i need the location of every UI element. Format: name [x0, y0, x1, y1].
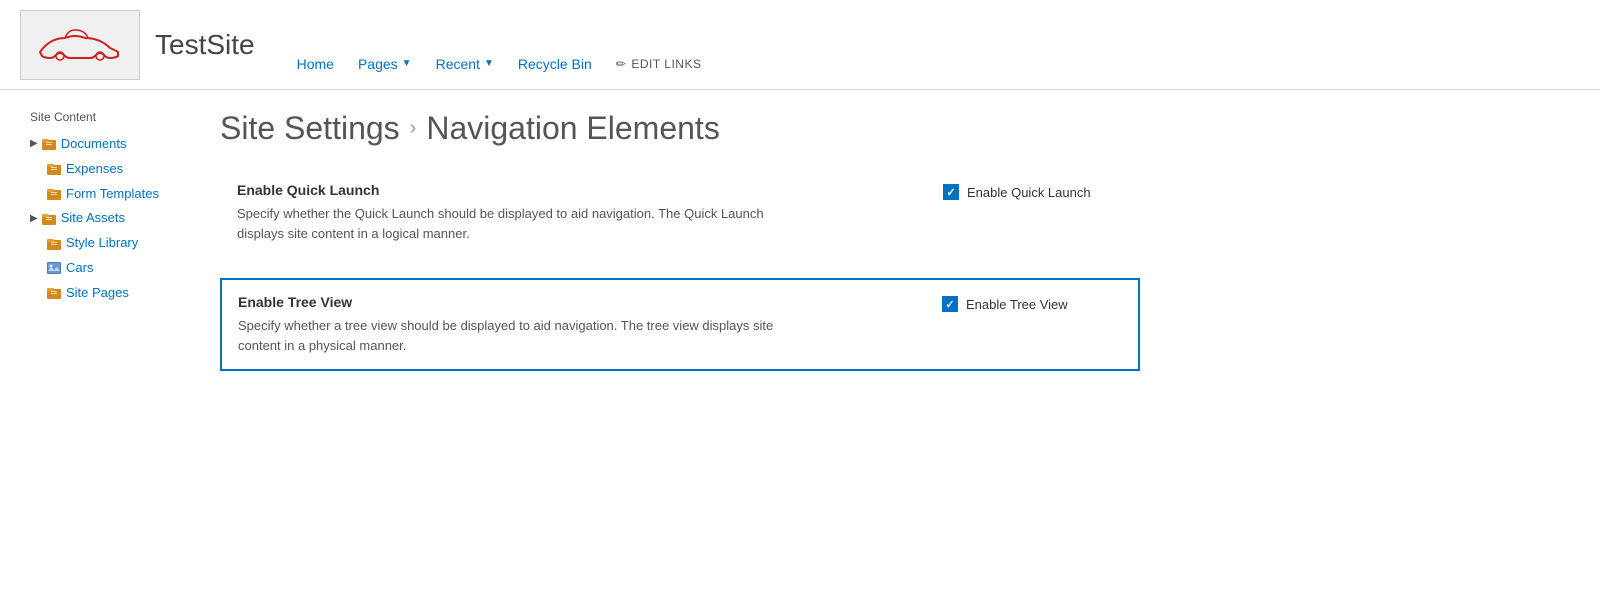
- tree-view-control: Enable Tree View: [902, 294, 1122, 312]
- sidebar-item-documents[interactable]: ▶ Documents: [30, 132, 170, 157]
- nav-recent[interactable]: Recent ▼: [424, 46, 506, 81]
- folder-doc-icon-style-library: [46, 236, 62, 252]
- recent-dropdown-icon: ▼: [484, 58, 494, 69]
- logo-area: TestSite: [20, 10, 255, 80]
- quick-launch-control: Enable Quick Launch: [903, 182, 1123, 200]
- tree-view-checkbox-label: Enable Tree View: [966, 297, 1068, 312]
- pages-dropdown-icon: ▼: [402, 58, 412, 69]
- nav-recycle-bin[interactable]: Recycle Bin: [506, 46, 604, 81]
- edit-links-button[interactable]: ✏ EDIT LINKS: [604, 46, 714, 81]
- sidebar-item-form-templates[interactable]: Form Templates: [30, 182, 170, 207]
- quick-launch-inner: Enable Quick Launch Specify whether the …: [237, 182, 1123, 243]
- folder-doc-icon-site-pages: [46, 285, 62, 301]
- header: TestSite Home Pages ▼ Recent ▼ Recycle B…: [0, 0, 1600, 90]
- site-logo: [20, 10, 140, 80]
- quick-launch-text: Enable Quick Launch Specify whether the …: [237, 182, 903, 243]
- sidebar-item-cars[interactable]: Cars: [30, 256, 170, 281]
- page-heading: Site Settings › Navigation Elements: [220, 110, 1140, 147]
- sidebar-item-style-library[interactable]: Style Library: [30, 231, 170, 256]
- quick-launch-description: Specify whether the Quick Launch should …: [237, 204, 787, 243]
- folder-doc-icon-form-templates: [46, 186, 62, 202]
- heading-separator: ›: [410, 117, 417, 140]
- site-title: TestSite: [155, 31, 255, 59]
- folder-doc-icon-documents: [41, 136, 57, 152]
- tree-view-checkbox[interactable]: [942, 296, 958, 312]
- quick-launch-section: Enable Quick Launch Specify whether the …: [220, 167, 1140, 258]
- nav-home[interactable]: Home: [285, 46, 346, 81]
- sidebar-item-expenses[interactable]: Expenses: [30, 157, 170, 182]
- expand-arrow-site-assets: ▶: [30, 211, 38, 227]
- sidebar: Site Content ▶ Documents Expenses Form T…: [0, 110, 180, 590]
- nav-pages[interactable]: Pages ▼: [346, 46, 424, 81]
- sidebar-title: Site Content: [30, 110, 170, 124]
- expand-arrow-documents: ▶: [30, 136, 38, 152]
- tree-view-text: Enable Tree View Specify whether a tree …: [238, 294, 902, 355]
- logo-image: [30, 20, 130, 70]
- quick-launch-checkbox[interactable]: [943, 184, 959, 200]
- folder-doc-icon-expenses: [46, 161, 62, 177]
- quick-launch-checkbox-label: Enable Quick Launch: [967, 185, 1091, 200]
- image-icon-cars: [46, 260, 62, 276]
- tree-view-label: Enable Tree View: [238, 294, 902, 310]
- top-navigation: Home Pages ▼ Recent ▼ Recycle Bin ✏ EDIT…: [285, 0, 714, 89]
- folder-doc-icon-site-assets: [41, 211, 57, 227]
- quick-launch-label: Enable Quick Launch: [237, 182, 903, 198]
- tree-view-description: Specify whether a tree view should be di…: [238, 316, 788, 355]
- tree-view-inner: Enable Tree View Specify whether a tree …: [238, 294, 1122, 355]
- tree-view-section: Enable Tree View Specify whether a tree …: [220, 278, 1140, 371]
- sidebar-item-site-pages[interactable]: Site Pages: [30, 281, 170, 306]
- sidebar-item-site-assets[interactable]: ▶ Site Assets: [30, 206, 170, 231]
- main-layout: Site Content ▶ Documents Expenses Form T…: [0, 90, 1600, 590]
- pencil-icon: ✏: [616, 57, 627, 71]
- main-content: Site Settings › Navigation Elements Enab…: [180, 110, 1180, 590]
